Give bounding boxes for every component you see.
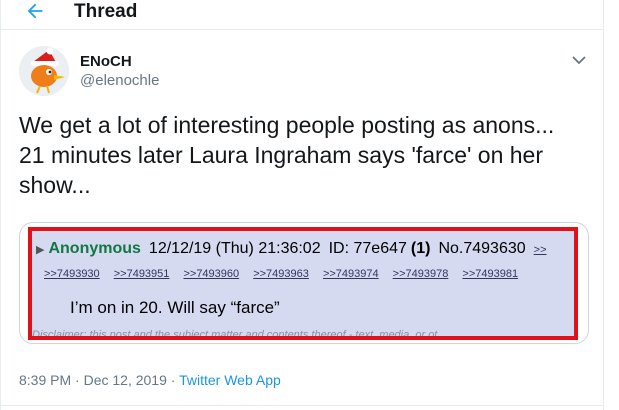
reply-link: >>7493974 — [322, 268, 379, 280]
reply-link: >>7493963 — [253, 268, 309, 280]
post-link: >> — [533, 244, 547, 256]
chevron-down-icon — [572, 56, 586, 65]
avatar[interactable] — [19, 46, 69, 96]
reply-link: >>7493978 — [392, 268, 449, 280]
left-border — [0, 0, 1, 410]
post-disclaimer: Disclaimer: this post and the subject ma… — [32, 329, 438, 340]
divider — [0, 405, 604, 406]
tweet-date[interactable]: Dec 12, 2019 — [84, 372, 167, 388]
imageboard-post: ▶ Anonymous 12/12/19 (Thu) 21:36:02 ID: 77e… — [28, 227, 578, 340]
post-message: I’m on in 20. Will say “farce” — [70, 298, 280, 317]
reply-link: >>7493951 — [113, 268, 170, 280]
post-id-count: (1) — [410, 240, 431, 257]
thread-header: Thread — [0, 0, 604, 30]
post-datetime: 12/12/19 (Thu) 21:36:02 — [148, 240, 321, 257]
reply-link: >>7493981 — [462, 268, 519, 280]
post-header: ▶ Anonymous 12/12/19 (Thu) 21:36:02 ID: 77e… — [36, 240, 547, 258]
page-title: Thread — [74, 1, 138, 22]
tweet-text-line: show... — [19, 172, 91, 198]
post-id: ID: 77e647 — [328, 240, 407, 257]
santa-bird-avatar — [19, 46, 69, 96]
tweet-text: We get a lot of interesting people posti… — [19, 110, 589, 200]
post-number: No.7493630 — [438, 240, 526, 257]
arrow-left-icon — [27, 3, 43, 19]
tweet-media-image[interactable]: ▶ Anonymous 12/12/19 (Thu) 21:36:02 ID: 77e… — [19, 222, 589, 344]
tweet-options-button[interactable] — [570, 53, 588, 67]
post-arrow-icon: ▶ — [36, 244, 45, 256]
author-handle[interactable]: @elenochle — [80, 72, 159, 89]
right-border — [603, 0, 604, 410]
tweet-text-line: 21 minutes later Laura Ingraham says 'fa… — [19, 142, 544, 168]
tweet-meta: 8:39 PM · Dec 12, 2019 · Twitter Web App — [19, 372, 281, 388]
author-display-name[interactable]: ENoCH — [80, 53, 132, 70]
tweet-source-link[interactable]: Twitter Web App — [179, 372, 281, 388]
reply-links: >>7493930 >>7493951 >>7493960 >>7493963 … — [44, 268, 529, 280]
tweet-time[interactable]: 8:39 PM — [19, 372, 71, 388]
tweet-text-line: We get a lot of interesting people posti… — [19, 112, 555, 138]
post-author-name: Anonymous — [48, 240, 141, 257]
reply-link: >>7493960 — [183, 268, 240, 280]
meta-separator: · — [71, 372, 84, 388]
reply-link: >>7493930 — [44, 268, 100, 280]
meta-separator: · — [166, 372, 180, 388]
back-button[interactable] — [20, 0, 50, 24]
